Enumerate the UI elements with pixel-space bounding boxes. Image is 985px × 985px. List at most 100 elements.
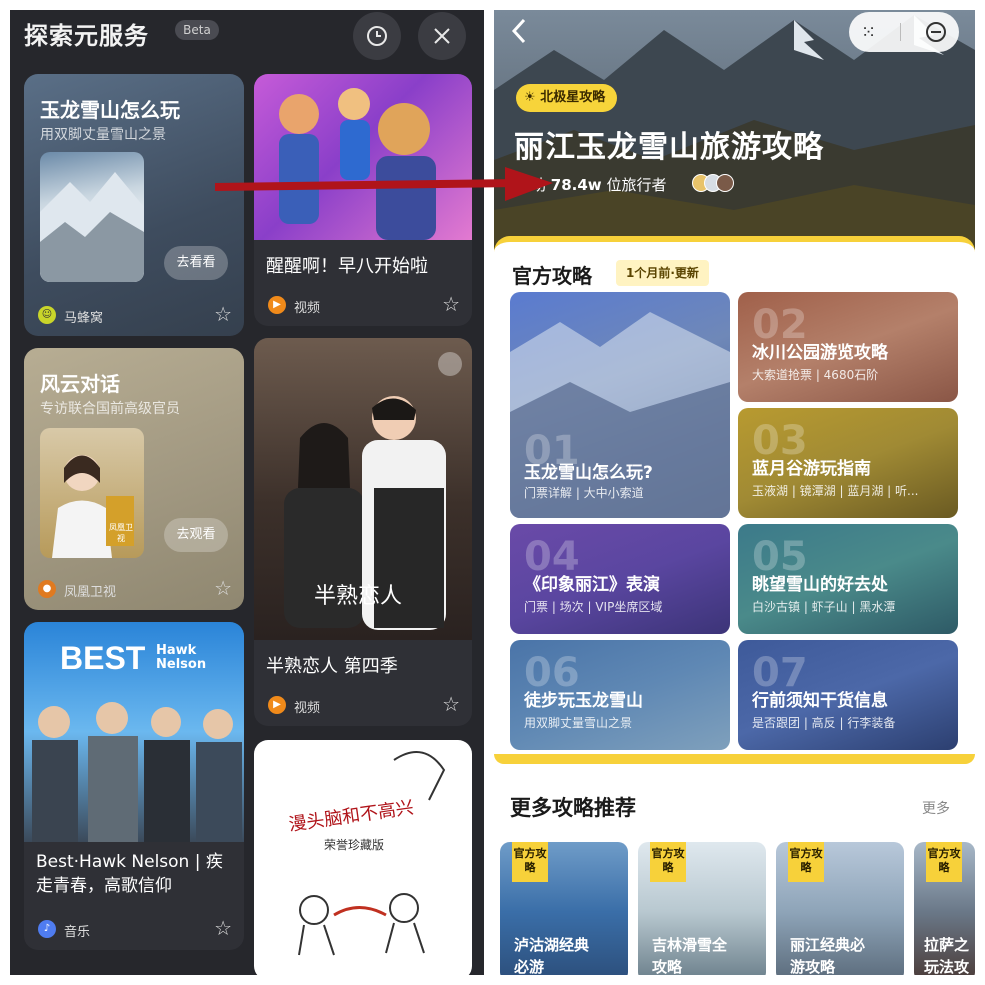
section-bottom-border [494,754,975,764]
star-icon[interactable]: ☆ [442,292,460,316]
guide-card-3[interactable]: 03 蓝月谷游玩指南 玉液湖 | 镜潭湖 | 蓝月湖 | 听... [738,408,958,518]
guide-subtitle: 大索道抢票 | 4680石阶 [752,368,879,382]
service-card-music[interactable]: BEST Hawk Nelson Best·Hawk Nelson | 疾走青春… [24,622,244,950]
back-icon [511,18,526,44]
mini-program-capsule[interactable]: ⁙ [849,12,959,52]
card-source-row: ● 凤凰卫视 ☆ [24,570,244,610]
card-subtitle: 用双脚丈量雪山之景 [40,127,166,143]
card-source-row: ☺ 马蜂窝 ☆ [24,296,244,336]
section-title: 官方攻略 [512,264,592,288]
guide-card-2[interactable]: 02 冰川公园游览攻略 大索道抢票 | 4680石阶 [738,292,958,402]
official-badge: 官方攻略 [926,842,962,882]
card-subtitle: 专访联合国前高级官员 [40,401,180,417]
guide-subtitle: 白沙古镇 | 虾子山 | 黑水潭 [752,600,896,614]
more-card-title: 泸沽湖经典必游 [514,936,590,975]
phoenix-tv-icon: ● [38,580,56,598]
more-guides-title: 更多攻略推荐 [510,796,636,820]
avatar [716,174,734,192]
hero-banner: ⁙ ☀ 北极星攻略 丽江玉龙雪山旅游攻略 帮助 78.4w 位旅行者 [494,10,975,250]
guide-card-4[interactable]: 04 《印象丽江》表演 门票 | 场次 | VIP坐席区域 [510,524,730,634]
go-see-button[interactable]: 去看看 [164,246,228,280]
close-button[interactable] [418,12,466,60]
guide-title: 《印象丽江》表演 [524,575,660,595]
explore-services-panel: 探索元服务 Beta 玉龙雪山怎么玩 用双脚丈量雪山之景 去看看 ☺ 马蜂窝 ☆ [10,10,484,975]
more-guide-card[interactable]: 官方攻略 吉林滑雪全攻略 [638,842,766,975]
travel-guide-panel: ⁙ ☀ 北极星攻略 丽江玉龙雪山旅游攻略 帮助 78.4w 位旅行者 官方攻略 … [494,10,975,975]
updated-badge: 1个月前·更新 [616,260,709,286]
guide-subtitle: 门票 | 场次 | VIP坐席区域 [524,600,663,614]
official-badge: 官方攻略 [650,842,686,882]
star-icon[interactable]: ☆ [214,576,232,600]
guide-title: 徒步玩玉龙雪山 [524,691,643,711]
drama-poster: 半熟恋人 [254,338,472,640]
video-play-icon: ▶ [268,696,286,714]
guide-card-5[interactable]: 05 眺望雪山的好去处 白沙古镇 | 虾子山 | 黑水潭 [738,524,958,634]
star-icon[interactable]: ☆ [214,916,232,940]
card-title: 醒醒啊！早八开始啦 [266,256,428,277]
tag-label: 北极星攻略 [540,90,606,105]
album-cover: BEST Hawk Nelson [24,622,244,842]
star-icon[interactable]: ☆ [214,302,232,326]
exit-icon[interactable] [925,21,947,43]
guide-title: 蓝月谷游玩指南 [752,459,871,479]
beta-badge: Beta [175,20,219,40]
hero-title: 丽江玉龙雪山旅游攻略 [514,130,824,165]
go-watch-button[interactable]: 去观看 [164,518,228,552]
guide-subtitle: 玉液湖 | 镜潭湖 | 蓝月湖 | 听... [752,484,919,498]
polaris-guide-tag: ☀ 北极星攻略 [516,84,618,112]
panel-header: 探索元服务 Beta [10,10,484,60]
guide-title: 眺望雪山的好去处 [752,575,888,595]
service-card-book[interactable]: 漫头脑和不高兴 荣誉珍藏版 [254,740,472,975]
more-card-title: 丽江经典必游攻略 [790,936,866,975]
service-card-dialogue[interactable]: 风云对话 专访联合国前高级官员 凤凰卫视 去观看 ● 凤凰卫视 ☆ [24,348,244,610]
source-name: 马蜂窝 [64,311,104,326]
official-badge: 官方攻略 [512,842,548,882]
card-title: 风云对话 [40,372,120,396]
source-name: 视频 [294,301,321,316]
guide-subtitle: 用双脚丈量雪山之景 [524,716,633,730]
history-button[interactable] [353,12,401,60]
guide-card-1[interactable]: 01 玉龙雪山怎么玩? 门票详解 | 大中小索道 [510,292,730,518]
more-dots-icon[interactable]: ⁙ [861,22,876,43]
anchor-thumbnail: 凤凰卫视 [40,428,144,558]
card-source-row: ♪ 音乐 ☆ [24,910,244,950]
clock-icon [367,26,387,46]
card-source-row: ▶ 视频 ☆ [254,286,472,326]
more-guide-card[interactable]: 官方攻略 丽江经典必游攻略 [776,842,904,975]
service-card-yulong[interactable]: 玉龙雪山怎么玩 用双脚丈量雪山之景 去看看 ☺ 马蜂窝 ☆ [24,74,244,336]
snow-mountain-thumbnail [40,152,144,282]
video-play-icon: ▶ [268,296,286,314]
thumbnail-logo-text: 凤凰卫视 [109,523,133,543]
card-source-row: ▶ 视频 ☆ [254,686,472,726]
more-card-title: 拉萨之玩法攻 [924,936,970,975]
more-guide-card[interactable]: 官方攻略 泸沽湖经典必游 [500,842,628,975]
annotation-arrow [215,167,553,201]
cartoon-poster [254,74,472,240]
mafengwo-icon: ☺ [38,306,56,324]
source-name: 视频 [294,701,321,716]
helped-count: 78.4w [550,176,602,194]
more-guide-card[interactable]: 官方攻略 拉萨之玩法攻 [914,842,975,975]
official-guides-section: 官方攻略 1个月前·更新 01 玉龙雪山怎么玩? 门票详解 | 大中小索道 02… [494,236,975,766]
source-name: 凤凰卫视 [64,585,117,600]
guide-title: 冰川公园游览攻略 [752,343,888,363]
capsule-divider [900,23,902,41]
page-title: 探索元服务 [24,22,149,50]
guide-title: 玉龙雪山怎么玩? [524,463,653,483]
guide-title: 行前须知干货信息 [752,691,888,711]
guide-subtitle: 门票详解 | 大中小索道 [524,486,644,500]
card-title: 玉龙雪山怎么玩 [40,98,180,122]
guide-card-7[interactable]: 07 行前须知干货信息 是否跟团 | 高反 | 行李装备 [738,640,958,750]
card-title: Best·Hawk Nelson | 疾走青春，高歌信仰 [36,852,223,896]
close-icon [434,28,450,44]
more-card-title: 吉林滑雪全攻略 [652,936,728,975]
source-name: 音乐 [64,925,91,940]
guide-card-6[interactable]: 06 徒步玩玉龙雪山 用双脚丈量雪山之景 [510,640,730,750]
poster-calligraphy: 半熟恋人 [314,584,403,609]
service-card-video-lovers[interactable]: 半熟恋人 半熟恋人 第四季 ▶ 视频 ☆ [254,338,472,726]
back-button[interactable] [508,16,530,53]
more-link[interactable]: 更多 [922,798,950,818]
sun-icon: ☀ [524,90,541,105]
star-icon[interactable]: ☆ [442,692,460,716]
guide-subtitle: 是否跟团 | 高反 | 行李装备 [752,716,896,730]
